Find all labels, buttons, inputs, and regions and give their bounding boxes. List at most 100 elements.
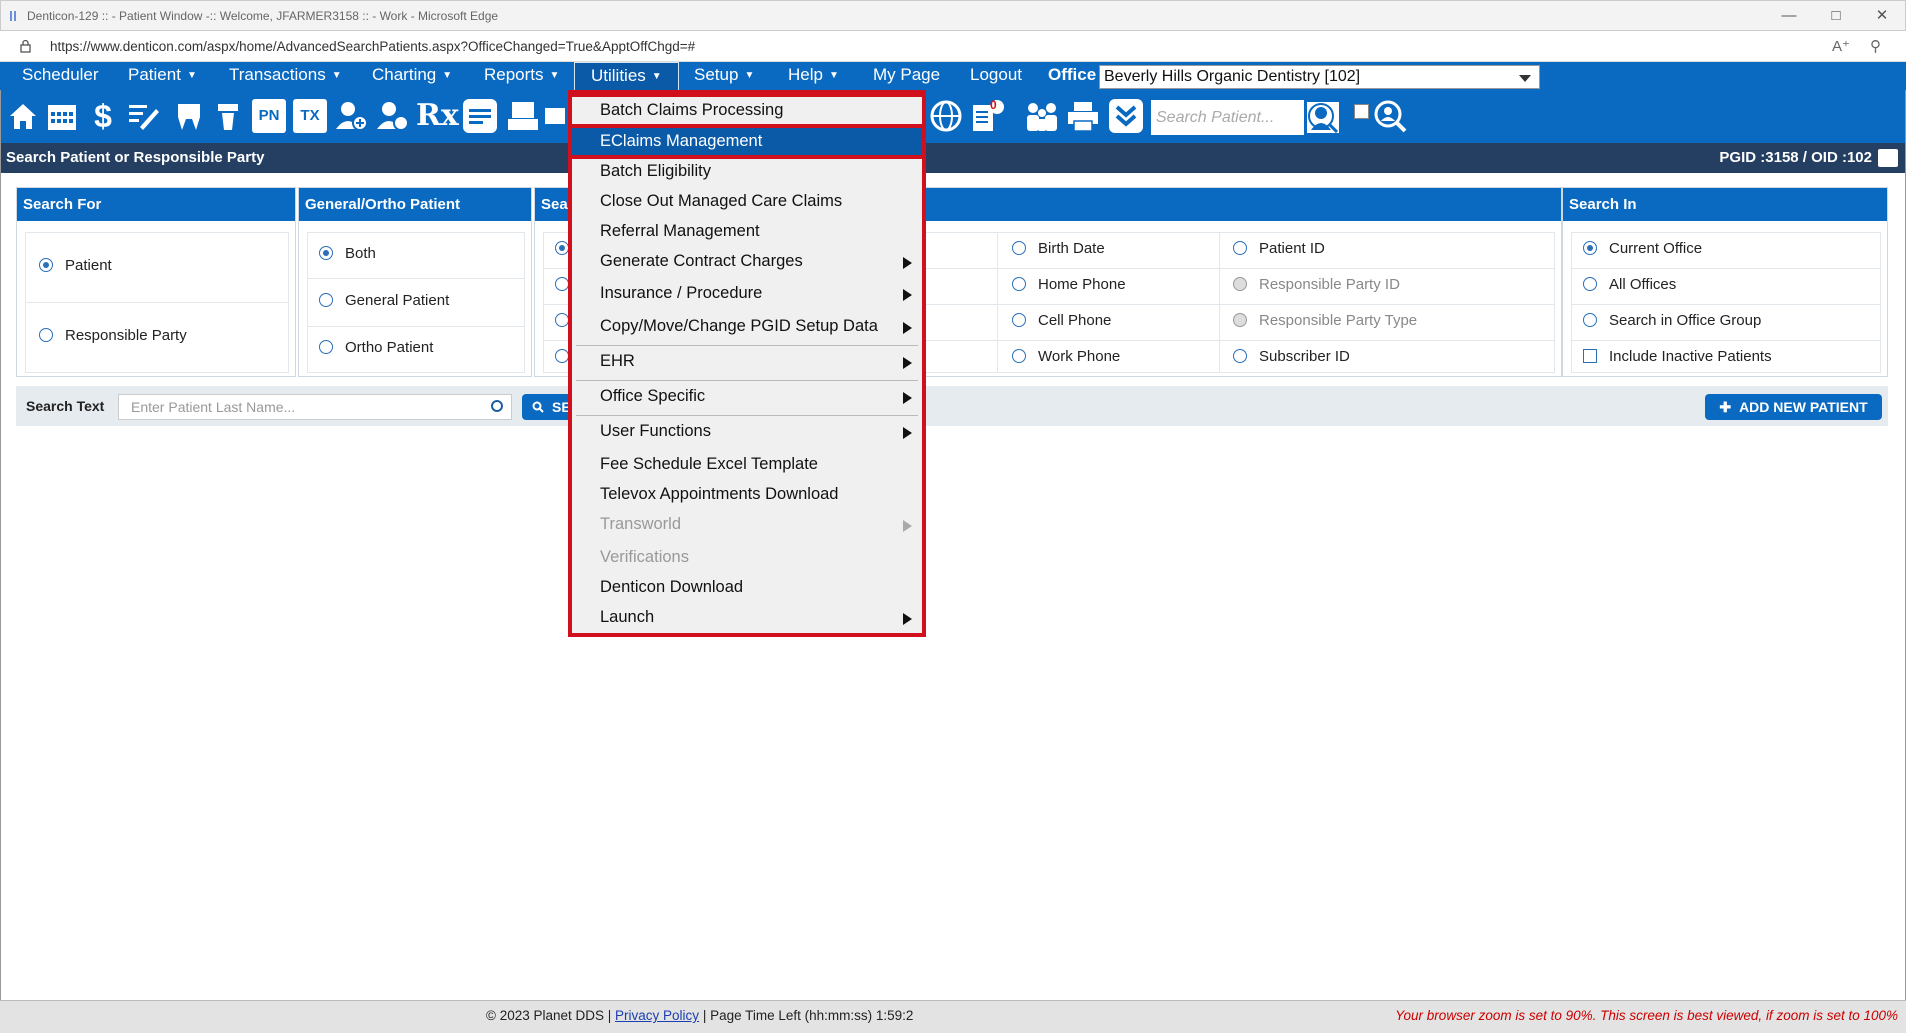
radio-unselected[interactable]	[1012, 313, 1026, 327]
patient-search-button[interactable]	[1305, 100, 1341, 135]
option-label: Ortho Patient	[345, 339, 434, 356]
menu-item-batch-claims[interactable]: Batch Claims Processing	[568, 93, 926, 128]
radio-home-phone[interactable]: Home Phone	[1012, 267, 1126, 302]
radio-unselected[interactable]	[555, 349, 569, 363]
radio-both[interactable]: Both	[319, 236, 376, 271]
radio-ortho-patient[interactable]: Ortho Patient	[319, 330, 433, 365]
radio-unselected[interactable]	[1012, 277, 1026, 291]
search-input[interactable]: Enter Patient Last Name...	[118, 394, 512, 420]
tooth-implant-icon[interactable]	[211, 99, 245, 133]
menu-item-referral-management[interactable]: Referral Management	[576, 218, 918, 245]
radio-patient[interactable]: Patient	[39, 248, 112, 283]
maximize-icon[interactable]: □	[1821, 5, 1851, 27]
add-patient-icon[interactable]	[334, 99, 368, 133]
tx-icon[interactable]: TX	[293, 99, 327, 133]
privacy-policy-link[interactable]: Privacy Policy	[615, 1008, 699, 1023]
menu-item-batch-eligibility[interactable]: Batch Eligibility	[576, 158, 918, 185]
radio-unselected[interactable]	[1233, 349, 1247, 363]
radio-current-office[interactable]: Current Office	[1583, 231, 1702, 266]
group-search-icon[interactable]	[1373, 99, 1407, 133]
menu-help[interactable]: Help ▼	[788, 62, 839, 90]
notes-icon[interactable]	[463, 99, 497, 133]
patients-icon[interactable]	[375, 99, 409, 133]
patient-search-input[interactable]: Search Patient...	[1151, 100, 1304, 135]
globe-icon[interactable]	[929, 99, 963, 133]
menu-reports[interactable]: Reports ▼	[484, 62, 559, 90]
radio-unselected[interactable]	[555, 277, 569, 291]
minimize-icon[interactable]: —	[1774, 5, 1804, 27]
claims-icon[interactable]: 0	[970, 98, 1004, 133]
radio-general-patient[interactable]: General Patient	[319, 283, 449, 318]
pn-icon[interactable]: PN	[252, 99, 286, 133]
add-new-patient-button[interactable]: ✚ ADD NEW PATIENT	[1705, 394, 1882, 420]
radio-subscriber-id[interactable]: Subscriber ID	[1233, 339, 1350, 374]
checkbox[interactable]	[1583, 349, 1597, 363]
radio-unselected[interactable]	[39, 328, 53, 342]
radio-selected[interactable]	[555, 241, 569, 255]
menu-transactions[interactable]: Transactions ▼	[229, 62, 342, 90]
menu-patient[interactable]: Patient ▼	[128, 62, 197, 90]
search-for-panel: Search For Patient Responsible Party	[16, 187, 296, 377]
menu-item-eclaims-management[interactable]: EClaims Management	[568, 124, 926, 159]
tooth-icon[interactable]	[172, 99, 206, 133]
menu-item-office-specific[interactable]: Office Specific	[576, 383, 918, 410]
search-in-panel: Search In Current Office All Offices Sea…	[1562, 187, 1888, 377]
checkbox-include-inactive[interactable]: Include Inactive Patients	[1583, 339, 1772, 374]
radio-unselected[interactable]	[1583, 313, 1597, 327]
radio-unselected[interactable]	[319, 340, 333, 354]
printer-icon[interactable]	[1066, 99, 1100, 133]
radio-work-phone[interactable]: Work Phone	[1012, 339, 1120, 374]
menu-utilities[interactable]: Utilities ▼	[574, 62, 679, 90]
radio-responsible-party[interactable]: Responsible Party	[39, 318, 187, 353]
radio-search-office-group[interactable]: Search in Office Group	[1583, 303, 1761, 338]
read-aloud-icon[interactable]: A⁺	[1832, 37, 1850, 55]
edge-app-icon	[10, 11, 16, 21]
print-doc-icon[interactable]	[506, 99, 540, 133]
zoom-icon[interactable]: ⚲	[1870, 37, 1881, 55]
menu-setup[interactable]: Setup ▼	[694, 62, 754, 90]
menu-charting[interactable]: Charting ▼	[372, 62, 452, 90]
menu-item-ehr[interactable]: EHR	[576, 348, 918, 375]
radio-unselected[interactable]	[1583, 277, 1597, 291]
family-icon[interactable]	[1023, 99, 1061, 133]
close-icon[interactable]: ✕	[1867, 5, 1897, 27]
radio-selected[interactable]	[1583, 241, 1597, 255]
radio-unselected[interactable]	[319, 293, 333, 307]
print-icon[interactable]	[1878, 149, 1898, 167]
menu-item-denticon-download[interactable]: Denticon Download	[576, 574, 918, 601]
radio-selected[interactable]	[39, 258, 53, 272]
radio-unselected[interactable]	[1233, 241, 1247, 255]
radio-unselected[interactable]	[1012, 241, 1026, 255]
menu-scheduler[interactable]: Scheduler	[22, 62, 99, 90]
office-label: Office	[1048, 65, 1097, 84]
radio-selected[interactable]	[319, 246, 333, 260]
radio-birth-date[interactable]: Birth Date	[1012, 231, 1105, 266]
radio-all-offices[interactable]: All Offices	[1583, 267, 1676, 302]
home-icon[interactable]	[6, 99, 40, 133]
menu-item-user-functions[interactable]: User Functions	[576, 418, 918, 445]
radio-cell-phone[interactable]: Cell Phone	[1012, 303, 1111, 338]
search-icon[interactable]	[491, 400, 503, 412]
radio-patient-id[interactable]: Patient ID	[1233, 231, 1325, 266]
menu-item-copy-pgid-setup[interactable]: Copy/Move/Change PGID Setup Data	[576, 313, 918, 340]
calendar-icon[interactable]	[45, 99, 79, 133]
menu-item-fee-schedule[interactable]: Fee Schedule Excel Template	[576, 451, 918, 478]
menu-logout[interactable]: Logout	[970, 62, 1022, 90]
menu-item-launch[interactable]: Launch	[576, 604, 918, 631]
menu-item-insurance-procedure[interactable]: Insurance / Procedure	[576, 280, 918, 307]
toolbar-checkbox[interactable]	[1354, 104, 1369, 119]
download-icon[interactable]	[1109, 99, 1143, 133]
rx-icon[interactable]: Rx	[416, 99, 459, 133]
menu-item-televox-download[interactable]: Televox Appointments Download	[576, 481, 918, 508]
url-text[interactable]: https://www.denticon.com/aspx/home/Advan…	[50, 39, 695, 54]
radio-unselected[interactable]	[1012, 349, 1026, 363]
radio-unselected[interactable]	[555, 313, 569, 327]
office-select[interactable]: Beverly Hills Organic Dentistry [102]	[1099, 65, 1540, 89]
caret-down-icon: ▼	[828, 70, 839, 81]
menu-item-contract-charges[interactable]: Generate Contract Charges	[576, 248, 918, 275]
pencil-icon[interactable]	[126, 99, 160, 133]
mail-icon[interactable]	[543, 99, 565, 133]
dollar-icon[interactable]: $	[86, 99, 120, 133]
menu-item-close-out-claims[interactable]: Close Out Managed Care Claims	[576, 188, 918, 215]
menu-my-page[interactable]: My Page	[873, 62, 940, 90]
